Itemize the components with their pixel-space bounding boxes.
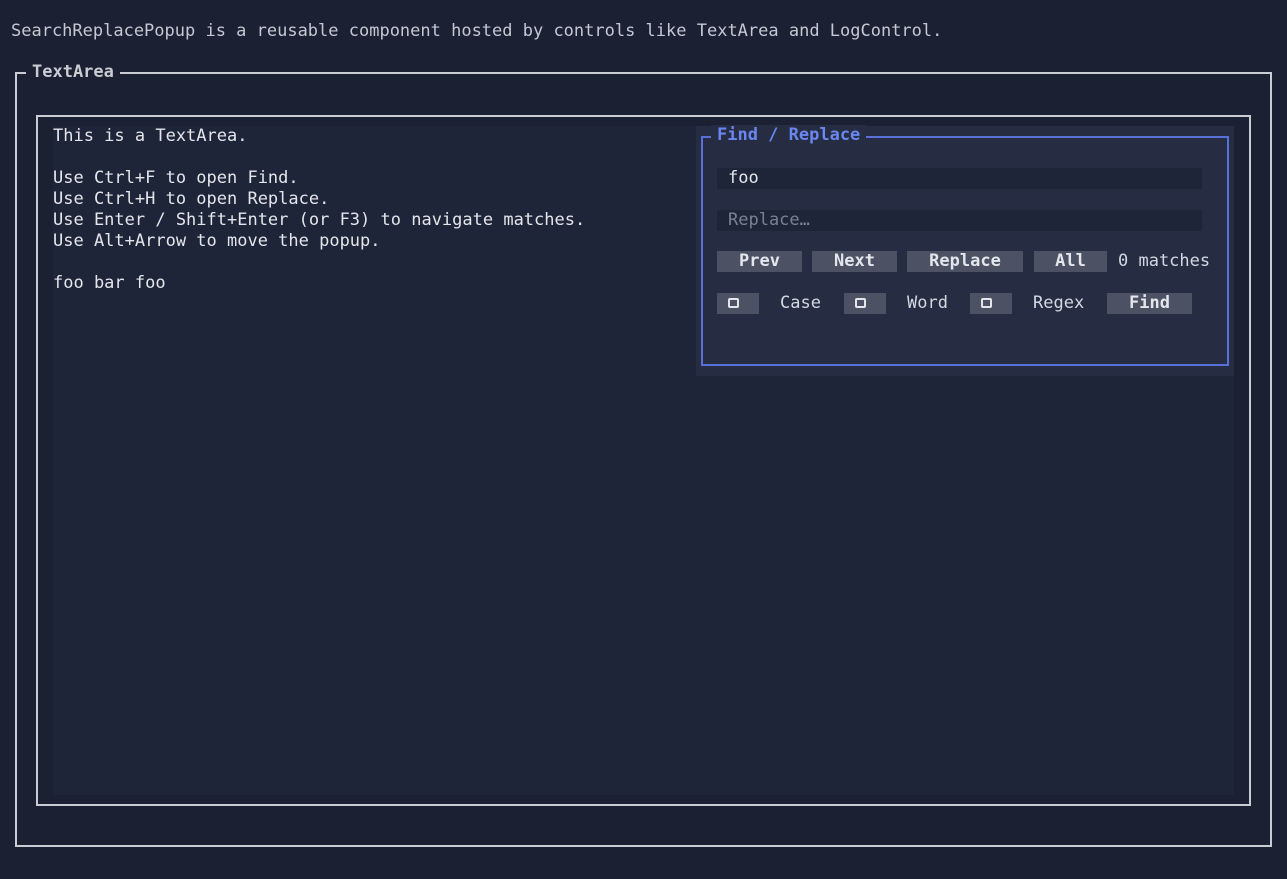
regex-checkbox[interactable]: [970, 293, 1012, 314]
case-label: Case: [780, 293, 821, 313]
regex-label: Regex: [1033, 293, 1085, 313]
editor-line: Use Alt+Arrow to move the popup.: [53, 231, 381, 251]
description-text: SearchReplacePopup is a reusable compone…: [11, 21, 943, 41]
app-window: SearchReplacePopup is a reusable compone…: [0, 0, 1287, 879]
editor-line: Use Ctrl+F to open Find.: [53, 168, 299, 188]
replace-button[interactable]: Replace: [907, 251, 1023, 272]
next-button[interactable]: Next: [812, 251, 897, 272]
find-replace-popup-title: Find / Replace: [711, 125, 867, 146]
find-input[interactable]: [717, 168, 1202, 189]
word-checkbox[interactable]: [844, 293, 886, 314]
word-label: Word: [907, 293, 948, 313]
editor-line: Use Ctrl+H to open Replace.: [53, 189, 330, 209]
checkbox-unchecked-icon: [981, 298, 992, 308]
checkbox-unchecked-icon: [728, 298, 739, 308]
replace-all-button[interactable]: All: [1034, 251, 1107, 272]
match-count: 0 matches: [1118, 251, 1211, 271]
editor-line: This is a TextArea.: [53, 126, 248, 146]
editor-line: Use Enter / Shift+Enter (or F3) to navig…: [53, 210, 586, 230]
replace-input[interactable]: [717, 210, 1202, 231]
textarea-frame-title: TextArea: [26, 62, 120, 83]
case-checkbox[interactable]: [717, 293, 759, 314]
prev-button[interactable]: Prev: [717, 251, 802, 272]
editor-line: foo bar foo: [53, 273, 166, 293]
checkbox-unchecked-icon: [855, 298, 866, 308]
find-button[interactable]: Find: [1107, 293, 1192, 314]
